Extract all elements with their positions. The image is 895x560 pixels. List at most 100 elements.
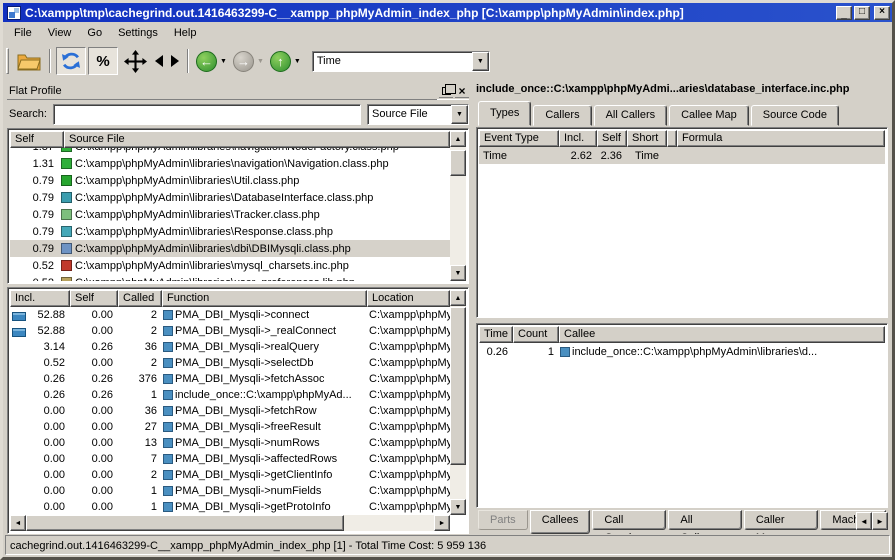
minimize-button[interactable]: _ bbox=[836, 6, 852, 20]
function-cell: PMA_DBI_Mysqli->realQuery bbox=[162, 341, 367, 353]
bottom-tab-caller-map[interactable]: Caller Map bbox=[744, 510, 819, 530]
column-header-count[interactable]: Count bbox=[513, 326, 559, 343]
column-header-callee[interactable]: Callee bbox=[559, 326, 885, 343]
flat-profile-dock-titlebar[interactable]: Flat Profile × bbox=[7, 83, 469, 100]
column-header-formula[interactable]: Formula bbox=[677, 130, 885, 147]
dock-float-button[interactable] bbox=[439, 84, 453, 98]
source-file-row[interactable]: 0.79C:\xampp\phpMyAdmin\libraries\Databa… bbox=[10, 189, 450, 206]
column-header-self[interactable]: Self bbox=[10, 131, 64, 148]
title-bar[interactable]: C:\xampp\tmp\cachegrind.out.1416463299-C… bbox=[3, 3, 892, 22]
function-row[interactable]: 0.000.0027PMA_DBI_Mysqli->freeResultC:\x… bbox=[10, 419, 450, 435]
function-row[interactable]: 0.000.007PMA_DBI_Mysqli->affectedRowsC:\… bbox=[10, 451, 450, 467]
location-value: C:\xampp\phpMy bbox=[367, 389, 450, 401]
column-header-location[interactable]: Location bbox=[367, 290, 450, 307]
event-type-row[interactable]: Time2.622.36Time bbox=[479, 147, 885, 164]
function-row[interactable]: 3.140.2636PMA_DBI_Mysqli->realQueryC:\xa… bbox=[10, 339, 450, 355]
function-row[interactable]: 0.260.26376PMA_DBI_Mysqli->fetchAssocC:\… bbox=[10, 371, 450, 387]
column-header-short[interactable]: Short bbox=[627, 130, 667, 147]
source-file-row[interactable]: 0.79C:\xampp\phpMyAdmin\libraries\Tracke… bbox=[10, 206, 450, 223]
combo-dropdown-icon[interactable]: ▼ bbox=[451, 105, 468, 124]
menu-help[interactable]: Help bbox=[166, 24, 205, 42]
open-file-button[interactable] bbox=[14, 47, 44, 75]
function-list-scrollbar[interactable]: ▲ ▼ bbox=[450, 290, 466, 515]
detail-bottom-tab-bar: PartsCalleesCall GraphAll CalleesCaller … bbox=[476, 510, 888, 534]
function-row[interactable]: 52.880.002PMA_DBI_Mysqli->connectC:\xamp… bbox=[10, 307, 450, 323]
up-icon[interactable]: ↑ bbox=[270, 51, 291, 72]
up-dropdown-icon[interactable]: ▼ bbox=[294, 58, 301, 65]
scrollbar-thumb[interactable] bbox=[450, 150, 466, 176]
source-file-row[interactable]: 1.31C:\xampp\phpMyAdmin\libraries\naviga… bbox=[10, 155, 450, 172]
dock-close-button[interactable]: × bbox=[455, 84, 469, 98]
search-input[interactable] bbox=[53, 104, 361, 125]
scrollbar-thumb[interactable] bbox=[26, 515, 344, 531]
column-header-event-type[interactable]: Event Type bbox=[479, 130, 559, 147]
function-row[interactable]: 0.000.001PMA_DBI_Mysqli->numFieldsC:\xam… bbox=[10, 483, 450, 499]
file-path: C:\xampp\phpMyAdmin\libraries\navigation… bbox=[75, 158, 450, 170]
function-row[interactable]: 52.880.002PMA_DBI_Mysqli->_realConnectC:… bbox=[10, 323, 450, 339]
column-header-called[interactable]: Called bbox=[118, 290, 162, 307]
tab-scroll-left-icon[interactable]: ◄ bbox=[856, 512, 872, 530]
back-dropdown-icon[interactable]: ▼ bbox=[220, 58, 227, 65]
scroll-right-icon[interactable]: ► bbox=[434, 515, 450, 531]
function-row[interactable]: 0.000.002PMA_DBI_Mysqli->getClientInfoC:… bbox=[10, 467, 450, 483]
incl-cell: 0.00 bbox=[10, 421, 70, 433]
back-icon[interactable]: ← bbox=[196, 51, 217, 72]
menu-go[interactable]: Go bbox=[79, 24, 110, 42]
scroll-down-icon[interactable]: ▼ bbox=[450, 499, 466, 515]
column-header-source-file[interactable]: Source File bbox=[64, 131, 450, 148]
column-header-incl[interactable]: Incl. bbox=[559, 130, 597, 147]
tab-callers[interactable]: Callers bbox=[533, 105, 591, 126]
tab-source-code[interactable]: Source Code bbox=[751, 105, 839, 126]
function-row[interactable]: 0.000.0013PMA_DBI_Mysqli->numRowsC:\xamp… bbox=[10, 435, 450, 451]
tab-all-callers[interactable]: All Callers bbox=[594, 105, 668, 126]
main-vertical-splitter[interactable] bbox=[469, 82, 476, 529]
function-row[interactable]: 0.260.261include_once::C:\xampp\phpMyAd.… bbox=[10, 387, 450, 403]
relative-cost-button[interactable] bbox=[120, 47, 150, 75]
column-header-spacer[interactable] bbox=[667, 130, 677, 147]
menu-file[interactable]: File bbox=[6, 24, 40, 42]
incl-value: 52.88 bbox=[28, 325, 70, 337]
source-file-row[interactable]: 0.79C:\xampp\phpMyAdmin\libraries\Respon… bbox=[10, 223, 450, 240]
menu-view[interactable]: View bbox=[40, 24, 80, 42]
reload-button[interactable] bbox=[56, 47, 86, 75]
source-file-row[interactable]: 0.52C:\xampp\phpMyAdmin\libraries\mysql_… bbox=[10, 257, 450, 274]
source-file-row[interactable]: 0.52C:\xampp\phpMyAdmin\libraries\user_p… bbox=[10, 274, 450, 281]
event-type-combo[interactable]: Time ▼ bbox=[312, 51, 490, 72]
source-list-scrollbar[interactable]: ▲ ▼ bbox=[450, 131, 466, 281]
function-row[interactable]: 0.520.002PMA_DBI_Mysqli->selectDbC:\xamp… bbox=[10, 355, 450, 371]
column-header-self[interactable]: Self bbox=[70, 290, 118, 307]
column-header-self[interactable]: Self bbox=[597, 130, 627, 147]
shorten-templates-button[interactable] bbox=[152, 47, 182, 75]
bottom-tab-callees[interactable]: Callees bbox=[530, 510, 591, 534]
close-button[interactable]: × bbox=[874, 6, 890, 20]
scroll-up-icon[interactable]: ▲ bbox=[450, 290, 466, 306]
bottom-tab-all-callees[interactable]: All Callees bbox=[668, 510, 741, 530]
combo-dropdown-icon[interactable]: ▼ bbox=[472, 52, 489, 71]
source-file-row[interactable]: 0.79C:\xampp\phpMyAdmin\libraries\dbi\DB… bbox=[10, 240, 450, 257]
tab-callee-map[interactable]: Callee Map bbox=[669, 105, 749, 126]
callee-row[interactable]: 0.261include_once::C:\xampp\phpMyAdmin\l… bbox=[479, 343, 885, 360]
source-file-row[interactable]: 0.79C:\xampp\phpMyAdmin\libraries\Util.c… bbox=[10, 172, 450, 189]
menu-settings[interactable]: Settings bbox=[110, 24, 166, 42]
tab-types[interactable]: Types bbox=[478, 101, 531, 126]
function-cell: include_once::C:\xampp\phpMyAd... bbox=[162, 389, 367, 401]
maximize-button[interactable]: □ bbox=[854, 6, 870, 20]
percent-toggle-button[interactable]: % bbox=[88, 47, 118, 75]
tab-scroll-right-icon[interactable]: ► bbox=[872, 512, 888, 530]
function-row[interactable]: 0.000.001PMA_DBI_Mysqli->getProtoInfoC:\… bbox=[10, 499, 450, 515]
grouping-combo[interactable]: Source File ▼ bbox=[367, 104, 469, 125]
column-header-time[interactable]: Time bbox=[479, 326, 513, 343]
scroll-left-icon[interactable]: ◄ bbox=[10, 515, 26, 531]
bottom-tab-call-graph[interactable]: Call Graph bbox=[592, 510, 666, 530]
toolbar-handle[interactable] bbox=[6, 48, 9, 74]
function-cell: PMA_DBI_Mysqli->_realConnect bbox=[162, 325, 367, 337]
function-row[interactable]: 0.000.0036PMA_DBI_Mysqli->fetchRowC:\xam… bbox=[10, 403, 450, 419]
scroll-up-icon[interactable]: ▲ bbox=[450, 131, 466, 147]
source-file-row[interactable]: 1.37C:\xampp\phpMyAdmin\libraries\naviga… bbox=[10, 148, 450, 155]
scrollbar-thumb[interactable] bbox=[450, 307, 466, 465]
scroll-down-icon[interactable]: ▼ bbox=[450, 265, 466, 281]
column-header-incl[interactable]: Incl. bbox=[10, 290, 70, 307]
called-value: 1 bbox=[118, 501, 162, 513]
column-header-function[interactable]: Function bbox=[162, 290, 367, 307]
function-list-hscrollbar[interactable]: ◄ ► bbox=[10, 515, 450, 531]
